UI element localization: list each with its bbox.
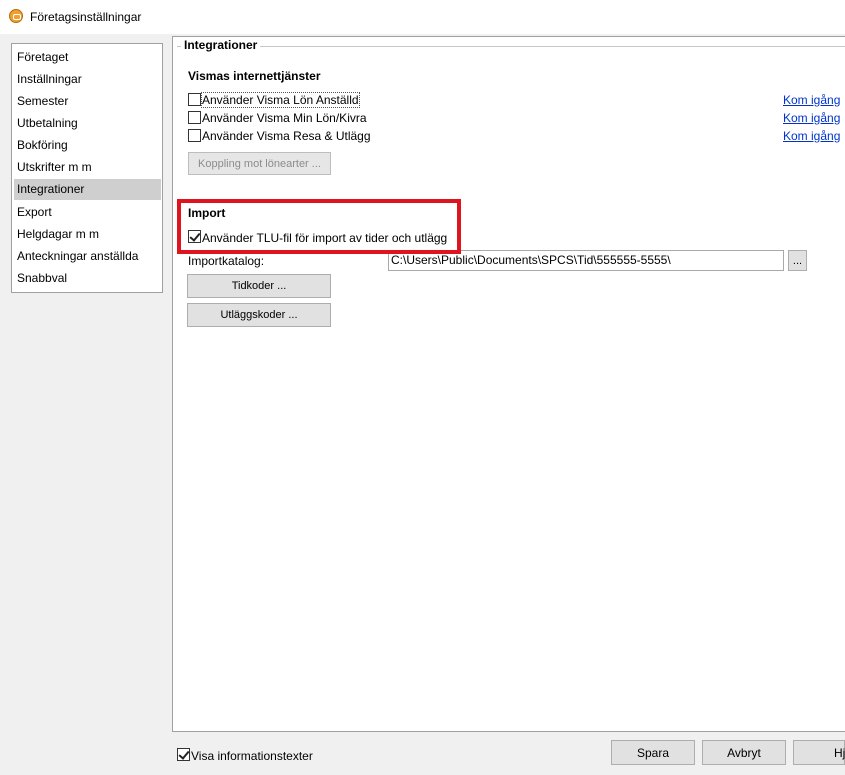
cancel-button-label: Avbryt bbox=[727, 745, 761, 760]
nav-item-helgdagar[interactable]: Helgdagar m m bbox=[14, 224, 161, 245]
visma-lon-anstalld-checkbox[interactable] bbox=[188, 93, 201, 106]
nav-item-anteckningar[interactable]: Anteckningar anställda bbox=[14, 246, 161, 267]
visma-lon-anstalld-link[interactable]: Kom igång bbox=[783, 93, 840, 107]
group-title: Integrationer bbox=[181, 38, 261, 52]
visa-informationstexter-checkbox[interactable] bbox=[177, 748, 190, 761]
importkatalog-label: Importkatalog: bbox=[188, 254, 265, 268]
nav-item-integrationer[interactable]: Integrationer bbox=[14, 179, 161, 200]
nav-item-foretaget[interactable]: Företaget bbox=[14, 47, 161, 68]
visma-min-lon-checkbox[interactable] bbox=[188, 111, 201, 124]
visma-lon-anstalld-label: Använder Visma Lön Anställd bbox=[201, 92, 360, 108]
tidkoder-button[interactable]: Tidkoder ... bbox=[187, 274, 331, 298]
nav-item-utskrifter[interactable]: Utskrifter m m bbox=[14, 157, 161, 178]
save-button-label: Spara bbox=[636, 745, 670, 760]
nav-item-snabbval[interactable]: Snabbval bbox=[14, 268, 161, 289]
group-divider bbox=[177, 46, 845, 47]
cancel-button[interactable]: Avbryt bbox=[702, 740, 786, 765]
tlu-import-label: Använder TLU-fil för import av tider och… bbox=[202, 231, 448, 245]
visma-resa-utlagg-link[interactable]: Kom igång bbox=[783, 129, 840, 143]
koppling-lonearter-label: Koppling mot lönearter ... bbox=[198, 157, 321, 170]
importkatalog-input[interactable]: C:\Users\Public\Documents\SPCS\Tid\55555… bbox=[388, 250, 784, 271]
nav-item-semester[interactable]: Semester bbox=[14, 91, 161, 112]
koppling-lonearter-button[interactable]: Koppling mot lönearter ... bbox=[188, 152, 331, 175]
visa-informationstexter-label: Visa informationstexter bbox=[191, 749, 313, 763]
visma-resa-utlagg-label: Använder Visma Resa & Utlägg bbox=[202, 129, 371, 143]
visma-min-lon-label: Använder Visma Min Lön/Kivra bbox=[202, 111, 367, 125]
app-icon bbox=[9, 9, 23, 23]
utlaggskoder-button[interactable]: Utläggskoder ... bbox=[187, 303, 331, 327]
save-button[interactable]: Spara bbox=[611, 740, 695, 765]
nav-item-utbetalning[interactable]: Utbetalning bbox=[14, 113, 161, 134]
nav-item-export[interactable]: Export bbox=[14, 202, 161, 223]
visma-section-title: Vismas internettjänster bbox=[188, 69, 321, 83]
nav-item-installningar[interactable]: Inställningar bbox=[14, 69, 161, 90]
browse-folder-button[interactable]: ... bbox=[788, 250, 807, 271]
tidkoder-label: Tidkoder ... bbox=[231, 280, 287, 292]
window-title: Företagsinställningar bbox=[30, 10, 142, 24]
help-button-label: Hj bbox=[834, 745, 845, 760]
browse-folder-label: ... bbox=[792, 254, 803, 267]
help-button[interactable]: Hj bbox=[793, 740, 845, 765]
settings-nav-list: Företaget Inställningar Semester Utbetal… bbox=[11, 43, 163, 293]
nav-item-bokforing[interactable]: Bokföring bbox=[14, 135, 161, 156]
tlu-import-checkbox[interactable] bbox=[188, 230, 201, 243]
visma-min-lon-link[interactable]: Kom igång bbox=[783, 111, 840, 125]
import-section-title: Import bbox=[188, 206, 226, 220]
title-bar: Företagsinställningar bbox=[0, 0, 845, 34]
visma-resa-utlagg-checkbox[interactable] bbox=[188, 129, 201, 142]
utlaggskoder-label: Utläggskoder ... bbox=[220, 309, 298, 321]
